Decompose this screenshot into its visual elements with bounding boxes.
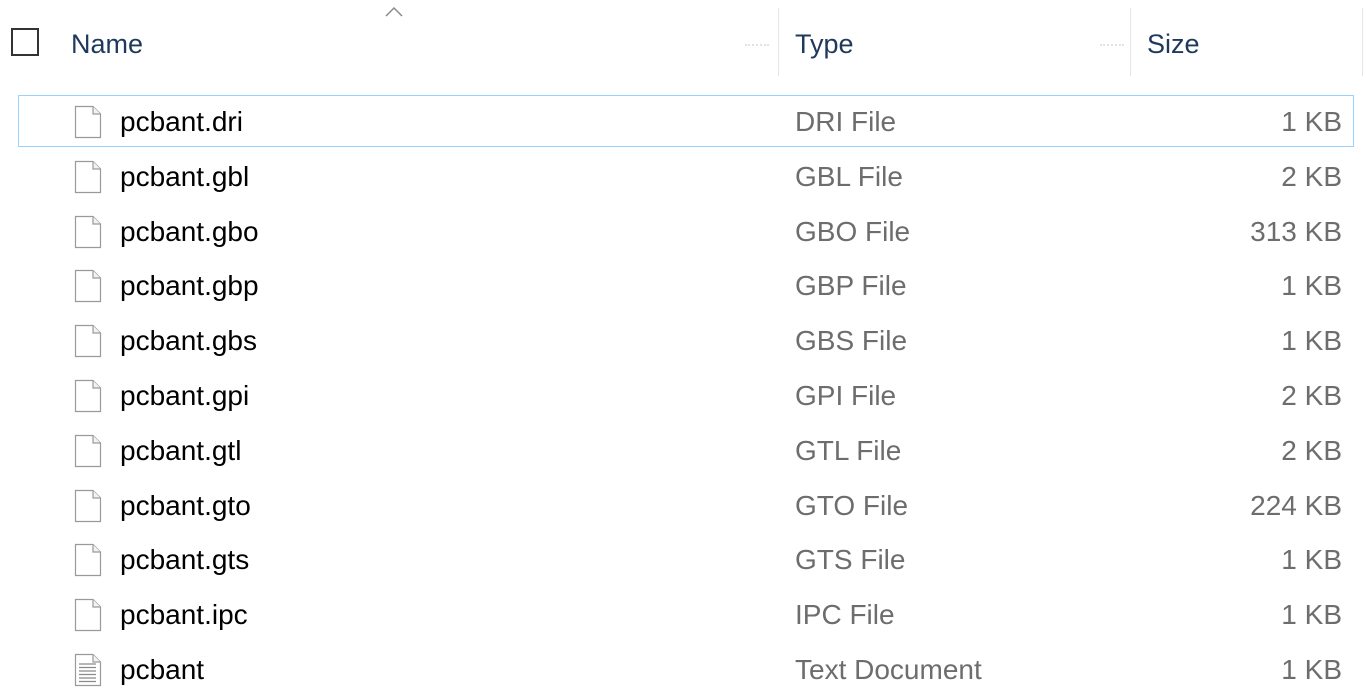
column-divider[interactable]	[778, 8, 779, 76]
file-size: 224 KB	[1250, 489, 1342, 521]
file-explorer-details-view: Name Type Size pcbant.dri DRI File 1 KB pcb…	[0, 0, 1366, 690]
generic-file-icon	[74, 160, 102, 194]
file-row[interactable]: pcbant.gbl GBL File 2 KB	[0, 150, 1366, 205]
generic-file-icon	[74, 598, 102, 632]
file-row[interactable]: pcbant.gbs GBS File 1 KB	[0, 314, 1366, 369]
file-size: 2 KB	[1281, 434, 1342, 466]
file-type: GTO File	[795, 489, 909, 521]
file-name[interactable]: pcbant.gbl	[120, 159, 249, 195]
file-size: 2 KB	[1281, 160, 1342, 192]
file-row[interactable]: pcbant.gbo GBO File 313 KB	[0, 205, 1366, 260]
generic-file-icon	[74, 269, 102, 303]
file-type: IPC File	[795, 599, 895, 631]
file-row[interactable]: pcbant.gtl GTL File 2 KB	[0, 424, 1366, 479]
file-row[interactable]: pcbant Text Document 1 KB	[0, 643, 1366, 690]
file-type: Text Document	[795, 653, 982, 685]
file-name[interactable]: pcbant.ipc	[120, 597, 248, 633]
file-size: 2 KB	[1281, 379, 1342, 411]
file-type: GBO File	[795, 215, 911, 247]
file-type: GBP File	[795, 270, 907, 302]
column-header-type[interactable]: Type	[795, 26, 854, 62]
file-name[interactable]: pcbant.gbp	[120, 268, 259, 304]
generic-file-icon	[74, 489, 102, 523]
file-size: 313 KB	[1250, 215, 1342, 247]
file-list: pcbant.dri DRI File 1 KB pcbant.gbl GBL File…	[0, 95, 1366, 690]
file-row[interactable]: pcbant.gbp GBP File 1 KB	[0, 259, 1366, 314]
file-name[interactable]: pcbant.gts	[120, 542, 249, 578]
column-header-size[interactable]: Size	[1147, 26, 1200, 62]
file-row[interactable]: pcbant.gpi GPI File 2 KB	[0, 369, 1366, 424]
file-size: 1 KB	[1281, 599, 1342, 631]
generic-file-icon	[74, 379, 102, 413]
file-name[interactable]: pcbant.gpi	[120, 378, 249, 414]
file-type: GBL File	[795, 160, 903, 192]
generic-file-icon	[74, 215, 102, 249]
file-name[interactable]: pcbant.gbo	[120, 214, 259, 250]
column-header-bar: Name Type Size	[0, 0, 1366, 78]
column-resize-grip	[1100, 44, 1124, 48]
file-size: 1 KB	[1281, 325, 1342, 357]
file-type: GTS File	[795, 544, 906, 576]
file-type: GTL File	[795, 434, 902, 466]
file-row[interactable]: pcbant.gts GTS File 1 KB	[0, 533, 1366, 588]
file-row[interactable]: pcbant.gto GTO File 224 KB	[0, 479, 1366, 534]
generic-file-icon	[74, 324, 102, 358]
column-divider[interactable]	[1130, 8, 1131, 76]
sort-ascending-icon	[385, 6, 403, 17]
file-type: DRI File	[795, 106, 897, 137]
file-name[interactable]: pcbant	[120, 652, 204, 688]
file-size: 1 KB	[1281, 106, 1342, 137]
file-type: GBS File	[795, 325, 908, 357]
file-name[interactable]: pcbant.dri	[120, 104, 243, 140]
file-name[interactable]: pcbant.gto	[120, 488, 251, 524]
file-size: 1 KB	[1281, 653, 1342, 685]
file-size: 1 KB	[1281, 270, 1342, 302]
file-row[interactable]: pcbant.ipc IPC File 1 KB	[0, 588, 1366, 643]
file-row[interactable]: pcbant.dri DRI File 1 KB	[0, 95, 1366, 150]
file-name[interactable]: pcbant.gbs	[120, 323, 257, 359]
column-divider[interactable]	[1362, 8, 1363, 76]
select-all-checkbox[interactable]	[11, 28, 39, 56]
generic-file-icon	[74, 434, 102, 468]
file-type: GPI File	[795, 379, 897, 411]
generic-file-icon	[74, 543, 102, 577]
generic-file-icon	[74, 105, 102, 139]
file-size: 1 KB	[1281, 544, 1342, 576]
file-name[interactable]: pcbant.gtl	[120, 433, 241, 469]
text-document-icon	[74, 653, 102, 687]
column-header-name[interactable]: Name	[71, 26, 143, 62]
column-resize-grip	[745, 44, 769, 48]
